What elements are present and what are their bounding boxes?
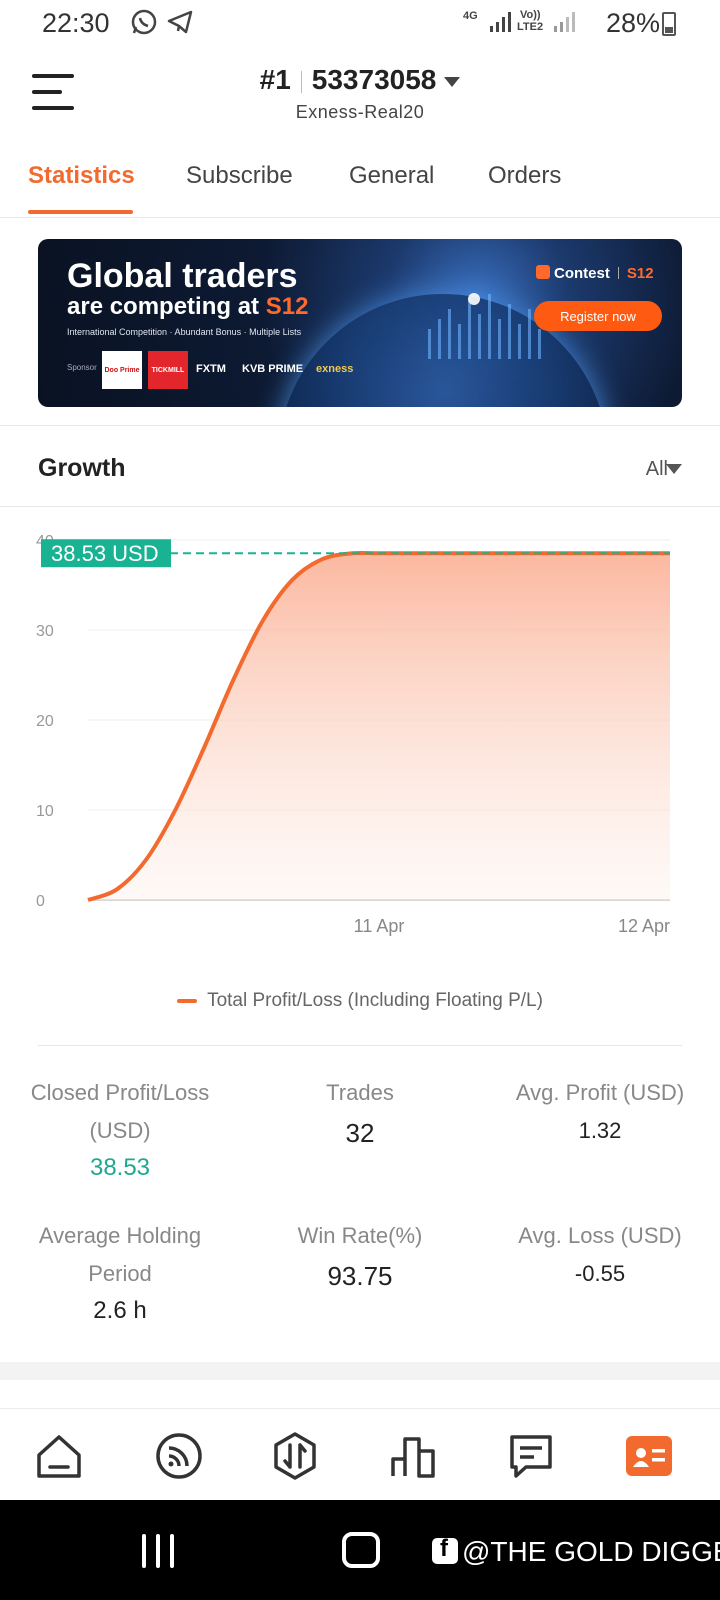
y-tick-label: 30 <box>36 623 54 640</box>
x-tick-label: 11 Apr <box>354 916 405 936</box>
home-button-icon[interactable] <box>342 1532 380 1568</box>
battery-percent: 28% <box>605 8 660 38</box>
stat-label: Closed Profit/Loss <box>30 1080 210 1105</box>
chat-icon[interactable] <box>506 1431 556 1481</box>
facebook-icon <box>432 1535 458 1564</box>
divider <box>38 1045 682 1046</box>
growth-chart[interactable]: 010203040 38.53 USD 11 Apr 12 Apr <box>0 520 720 960</box>
stat-avg-holding: Average Holding Period 2.6 h <box>0 1217 240 1325</box>
x-tick-label: 12 Apr <box>618 916 670 936</box>
feed-icon[interactable] <box>154 1431 204 1481</box>
watermark: @THE GOLD DIGGER <box>432 1535 720 1568</box>
sponsor-logo-dooprime: Doo Prime <box>102 351 142 389</box>
stat-value: 38.53 <box>89 1154 151 1181</box>
network-volte: Vo)) <box>520 9 541 21</box>
bottom-nav <box>0 1408 720 1500</box>
stat-label: Trades <box>326 1080 394 1105</box>
stat-closed-pl: Closed Profit/Loss (USD) 38.53 <box>0 1074 240 1182</box>
area-fill <box>88 552 670 900</box>
stat-label: (USD) <box>89 1118 151 1143</box>
y-tick-label: 20 <box>36 713 54 730</box>
sponsor-label: Sponsor <box>67 363 97 372</box>
banner-subtitle: International Competition · Abundant Bon… <box>67 327 302 337</box>
chevron-down-icon <box>444 76 461 87</box>
tab-bar: Statistics Subscribe General Orders <box>0 160 720 218</box>
signal-icon-2 <box>552 10 576 39</box>
stat-trades: Trades 32 <box>240 1074 480 1149</box>
active-tab-indicator <box>28 210 133 214</box>
banner-title-line2: are competing at S12 <box>67 293 309 320</box>
stat-avg-loss: Avg. Loss (USD) -0.55 <box>480 1217 720 1287</box>
banner-title: Global traders <box>67 257 298 295</box>
stat-value: 93.75 <box>327 1261 393 1291</box>
growth-title: Growth <box>38 454 126 482</box>
recents-icon[interactable] <box>142 1534 178 1568</box>
system-nav-bar: @THE GOLD DIGGER <box>0 1500 720 1600</box>
stat-label: Avg. Profit (USD) <box>515 1080 685 1105</box>
account-number: 53373058 <box>311 64 437 95</box>
chevron-down-icon[interactable] <box>666 464 682 474</box>
server-name: Exness-Real20 <box>295 102 425 122</box>
network-lte: LTE2 <box>517 21 544 33</box>
section-separator <box>0 1362 720 1380</box>
signal-icon <box>488 10 512 39</box>
y-tick-label: 0 <box>36 893 45 910</box>
battery-icon <box>662 12 676 36</box>
network-4g: 4G <box>463 10 478 22</box>
current-value-label: 38.53 USD <box>51 541 159 566</box>
contest-label: Contest S12 <box>536 265 654 282</box>
y-tick-label: 10 <box>36 803 54 820</box>
trade-icon[interactable] <box>270 1431 320 1481</box>
chart-legend[interactable]: Total Profit/Loss (Including Floating P/… <box>0 990 720 1012</box>
stat-value: 32 <box>345 1118 375 1148</box>
tab-general[interactable]: General <box>349 162 434 190</box>
legend-marker <box>177 998 198 1003</box>
divider <box>0 425 720 426</box>
chart-x-axis: 11 Apr 12 Apr <box>354 916 670 936</box>
stat-label: Average Holding <box>38 1223 202 1248</box>
stat-value: -0.55 <box>574 1261 626 1286</box>
promo-banner[interactable]: Global traders are competing at S12 Inte… <box>38 239 682 407</box>
stat-label: Period <box>88 1261 152 1286</box>
chart-icon[interactable] <box>388 1431 438 1481</box>
app-root: 22:30 4G Vo)) LTE2 28% #1 53373058 Exness… <box>0 0 720 1600</box>
home-icon[interactable] <box>34 1431 84 1481</box>
register-now-button[interactable]: Register now <box>534 301 662 331</box>
status-time: 22:30 <box>42 8 110 38</box>
contest-logo-icon <box>536 265 550 279</box>
legend-label: Total Profit/Loss (Including Floating P/… <box>207 990 543 1011</box>
stat-win-rate: Win Rate(%) 93.75 <box>240 1217 480 1292</box>
whatsapp-icon <box>130 8 158 41</box>
stat-value: 2.6 h <box>93 1297 147 1324</box>
sponsor-logo-tickmill: TICKMILL <box>148 351 188 389</box>
account-selector[interactable]: #1 53373058 <box>0 64 720 96</box>
tab-statistics[interactable]: Statistics <box>28 162 135 190</box>
stat-label: Avg. Loss (USD) <box>518 1223 682 1248</box>
sponsor-logo-fxtm: FXTM <box>196 363 226 375</box>
sponsor-logo-exness: exness <box>316 363 354 375</box>
tab-subscribe[interactable]: Subscribe <box>186 162 293 190</box>
stat-avg-profit: Avg. Profit (USD) 1.32 <box>480 1074 720 1144</box>
growth-filter-dropdown[interactable]: All <box>646 458 668 481</box>
sponsor-logo-kvb: KVB PRIME <box>242 363 304 375</box>
stat-label: Win Rate(%) <box>297 1223 423 1248</box>
profile-card-icon[interactable] <box>624 1431 674 1481</box>
tab-orders[interactable]: Orders <box>488 162 561 190</box>
account-rank: #1 <box>259 64 291 95</box>
divider <box>0 506 720 507</box>
stat-value: 1.32 <box>578 1118 622 1143</box>
chart-y-axis: 010203040 <box>36 533 54 910</box>
telegram-icon <box>166 8 194 41</box>
status-bar: 22:30 4G Vo)) LTE2 28% <box>0 0 720 48</box>
